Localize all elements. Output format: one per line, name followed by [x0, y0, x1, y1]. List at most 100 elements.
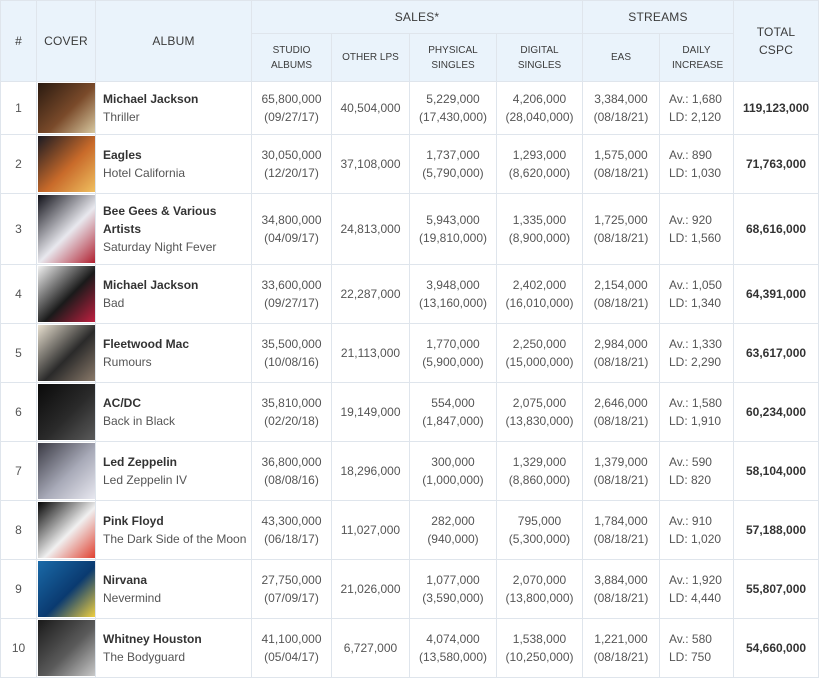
header-other-lps: OTHER LPS: [331, 33, 410, 82]
album-title: Nevermind: [103, 591, 162, 605]
album-cover-image: [38, 325, 95, 381]
daily-average: Av.: 580: [669, 632, 712, 646]
studio-albums-cell: 27,750,000 (07/09/17): [251, 559, 332, 619]
daily-last-day: LD: 1,020: [669, 532, 722, 546]
physical-singles-value: 4,074,000: [426, 632, 480, 646]
digital-singles-value: 2,402,000: [512, 278, 567, 292]
table-row: 8 Pink Floyd The Dark Side of the Moon 43,3…: [0, 500, 820, 560]
other-lps-value: 19,149,000: [331, 382, 410, 442]
chart-table: # COVER ALBUM SALES* STREAMS TOTAL CSPC …: [0, 0, 820, 678]
daily-average: Av.: 1,680: [669, 92, 722, 106]
header-album: ALBUM: [95, 0, 252, 82]
physical-singles-value: 3,948,000: [426, 278, 480, 292]
album-title: Back in Black: [103, 414, 176, 428]
rank: 9: [0, 559, 37, 619]
studio-albums-date: (02/20/18): [264, 414, 319, 428]
studio-albums-value: 35,810,000: [261, 396, 322, 410]
table-row: 6 AC/DC Back in Black 35,810,000 (02/20/18) 1…: [0, 382, 820, 442]
digital-singles-cell: 2,070,000 (13,800,000): [496, 559, 583, 619]
header-daily-increase: DAILY INCREASE: [658, 33, 735, 82]
album-cell: AC/DC Back in Black: [95, 382, 252, 442]
studio-albums-cell: 43,300,000 (06/18/17): [251, 500, 332, 560]
total-cspc: 57,188,000: [733, 500, 820, 560]
eas-date: (08/18/21): [593, 473, 649, 487]
eas-cell: 1,784,000 (08/18/21): [582, 500, 660, 560]
artist-name: Whitney Houston: [103, 632, 202, 646]
studio-albums-value: 27,750,000: [261, 573, 322, 587]
digital-singles-equivalent: (5,300,000): [508, 532, 571, 546]
daily-increase-cell: Av.: 1,330 LD: 2,290: [658, 323, 735, 383]
header-streams: STREAMS: [581, 0, 735, 34]
header-studio-albums: STUDIO ALBUMS: [251, 33, 332, 82]
physical-singles-equivalent: (13,160,000): [418, 296, 488, 310]
daily-last-day: LD: 1,910: [669, 414, 722, 428]
digital-singles-equivalent: (10,250,000): [505, 650, 574, 664]
studio-albums-value: 43,300,000: [261, 514, 322, 528]
album-title: Thriller: [103, 110, 140, 124]
daily-average: Av.: 920: [669, 213, 712, 227]
table-body: 1 Michael Jackson Thriller 65,800,000 (09/27…: [0, 81, 820, 678]
artist-name: Eagles: [103, 148, 142, 162]
cover-cell: [36, 559, 96, 619]
total-cspc: 63,617,000: [733, 323, 820, 383]
header-eas: EAS: [582, 33, 660, 82]
daily-average: Av.: 910: [669, 514, 712, 528]
artist-name: Pink Floyd: [103, 514, 164, 528]
digital-singles-cell: 795,000 (5,300,000): [496, 500, 583, 560]
artist-name: Nirvana: [103, 573, 148, 587]
total-cspc: 64,391,000: [733, 264, 820, 324]
eas-date: (08/18/21): [593, 296, 649, 310]
album-cell: Michael Jackson Bad: [95, 264, 252, 324]
studio-albums-date: (04/09/17): [264, 231, 319, 245]
studio-albums-cell: 65,800,000 (09/27/17): [251, 81, 332, 135]
physical-singles-cell: 5,943,000 (19,810,000): [409, 193, 497, 265]
album-cell: Michael Jackson Thriller: [95, 81, 252, 135]
rank: 10: [0, 618, 37, 678]
digital-singles-value: 1,335,000: [512, 213, 567, 227]
header-digital-singles: DIGITAL SINGLES: [496, 33, 583, 82]
eas-cell: 1,575,000 (08/18/21): [582, 134, 660, 194]
other-lps-value: 21,113,000: [331, 323, 410, 383]
album-cell: Eagles Hotel California: [95, 134, 252, 194]
artist-name: AC/DC: [103, 396, 141, 410]
eas-value: 1,725,000: [594, 213, 648, 227]
studio-albums-date: (12/20/17): [264, 166, 319, 180]
studio-albums-value: 65,800,000: [261, 92, 322, 106]
physical-singles-cell: 554,000 (1,847,000): [409, 382, 497, 442]
daily-last-day: LD: 2,290: [669, 355, 722, 369]
daily-increase-cell: Av.: 590 LD: 820: [658, 441, 735, 501]
digital-singles-cell: 4,206,000 (28,040,000): [496, 81, 583, 135]
rank: 7: [0, 441, 37, 501]
physical-singles-cell: 5,229,000 (17,430,000): [409, 81, 497, 135]
studio-albums-value: 41,100,000: [261, 632, 322, 646]
digital-singles-equivalent: (8,900,000): [508, 231, 571, 245]
physical-singles-equivalent: (17,430,000): [418, 110, 488, 124]
studio-albums-value: 34,800,000: [261, 213, 322, 227]
eas-date: (08/18/21): [593, 231, 649, 245]
album-cover-image: [38, 136, 95, 192]
rank: 8: [0, 500, 37, 560]
physical-singles-equivalent: (19,810,000): [418, 231, 488, 245]
studio-albums-cell: 36,800,000 (08/08/16): [251, 441, 332, 501]
cover-cell: [36, 264, 96, 324]
daily-average: Av.: 890: [669, 148, 712, 162]
digital-singles-equivalent: (13,800,000): [505, 591, 574, 605]
other-lps-value: 40,504,000: [331, 81, 410, 135]
album-cover-image: [38, 384, 95, 440]
studio-albums-cell: 30,050,000 (12/20/17): [251, 134, 332, 194]
studio-albums-date: (10/08/16): [264, 355, 319, 369]
album-cell: Fleetwood Mac Rumours: [95, 323, 252, 383]
daily-last-day: LD: 1,560: [669, 231, 722, 245]
total-cspc: 55,807,000: [733, 559, 820, 619]
table-row: 10 Whitney Houston The Bodyguard 41,100,000…: [0, 618, 820, 678]
eas-date: (08/18/21): [593, 166, 649, 180]
physical-singles-cell: 282,000 (940,000): [409, 500, 497, 560]
physical-singles-equivalent: (1,000,000): [422, 473, 484, 487]
artist-name: Michael Jackson: [103, 278, 199, 292]
physical-singles-value: 300,000: [431, 455, 475, 469]
physical-singles-value: 1,737,000: [426, 148, 480, 162]
eas-cell: 3,884,000 (08/18/21): [582, 559, 660, 619]
album-title: The Bodyguard: [103, 650, 186, 664]
studio-albums-value: 36,800,000: [261, 455, 322, 469]
eas-cell: 3,384,000 (08/18/21): [582, 81, 660, 135]
